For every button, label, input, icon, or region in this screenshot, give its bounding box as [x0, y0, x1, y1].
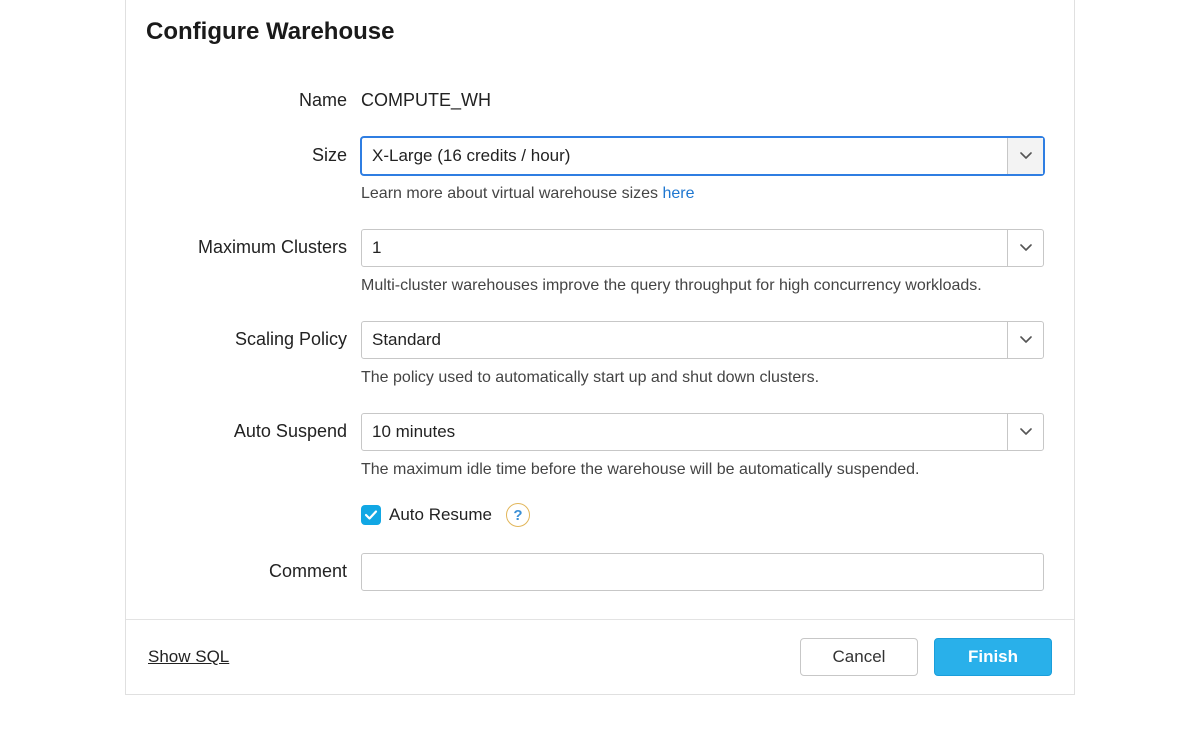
label-auto-suspend: Auto Suspend [156, 413, 361, 442]
chevron-down-icon [1020, 244, 1032, 252]
row-scaling-policy: Scaling Policy Standard The policy used … [156, 321, 1044, 387]
row-max-clusters: Maximum Clusters 1 Multi-cluster warehou… [156, 229, 1044, 295]
select-auto-suspend-value: 10 minutes [362, 414, 1007, 450]
select-size-value: X-Large (16 credits / hour) [362, 138, 1007, 174]
chevron-down-icon [1020, 152, 1032, 160]
dialog-title: Configure Warehouse [146, 18, 1054, 46]
select-auto-suspend[interactable]: 10 minutes [361, 413, 1044, 451]
dialog-footer: Show SQL Cancel Finish [126, 619, 1074, 694]
finish-button[interactable]: Finish [934, 638, 1052, 676]
label-comment: Comment [156, 553, 361, 582]
chevron-down-icon [1020, 336, 1032, 344]
cancel-button[interactable]: Cancel [800, 638, 918, 676]
label-size: Size [156, 137, 361, 166]
helper-size: Learn more about virtual warehouse sizes… [361, 185, 1044, 203]
select-max-clusters-value: 1 [362, 230, 1007, 266]
select-scaling-policy-caret[interactable] [1007, 322, 1043, 358]
dialog-body: Name COMPUTE_WH Size X-Large (16 credits… [126, 54, 1074, 619]
select-size-caret[interactable] [1007, 138, 1043, 174]
select-auto-suspend-caret[interactable] [1007, 414, 1043, 450]
chevron-down-icon [1020, 428, 1032, 436]
row-auto-resume: Auto Resume ? [361, 503, 1044, 527]
row-auto-suspend: Auto Suspend 10 minutes The maximum idle… [156, 413, 1044, 527]
label-auto-resume: Auto Resume [389, 505, 492, 525]
helper-scaling-policy: The policy used to automatically start u… [361, 369, 1044, 387]
select-scaling-policy-value: Standard [362, 322, 1007, 358]
check-icon [364, 508, 378, 522]
helper-size-text: Learn more about virtual warehouse sizes [361, 185, 663, 202]
helper-size-link[interactable]: here [663, 185, 695, 202]
show-sql-link[interactable]: Show SQL [148, 647, 229, 667]
row-name: Name COMPUTE_WH [156, 90, 1044, 111]
value-name: COMPUTE_WH [361, 90, 1044, 111]
label-max-clusters: Maximum Clusters [156, 229, 361, 258]
dialog-header: Configure Warehouse [126, 0, 1074, 54]
checkbox-auto-resume[interactable] [361, 505, 381, 525]
row-comment: Comment [156, 553, 1044, 591]
label-name: Name [156, 90, 361, 111]
helper-max-clusters: Multi-cluster warehouses improve the que… [361, 277, 1044, 295]
help-auto-resume[interactable]: ? [506, 503, 530, 527]
input-comment[interactable] [361, 553, 1044, 591]
select-scaling-policy[interactable]: Standard [361, 321, 1044, 359]
label-scaling-policy: Scaling Policy [156, 321, 361, 350]
select-size[interactable]: X-Large (16 credits / hour) [361, 137, 1044, 175]
helper-auto-suspend: The maximum idle time before the warehou… [361, 461, 1044, 479]
configure-warehouse-dialog: Configure Warehouse Name COMPUTE_WH Size… [125, 0, 1075, 695]
select-max-clusters[interactable]: 1 [361, 229, 1044, 267]
select-max-clusters-caret[interactable] [1007, 230, 1043, 266]
row-size: Size X-Large (16 credits / hour) Learn m… [156, 137, 1044, 203]
